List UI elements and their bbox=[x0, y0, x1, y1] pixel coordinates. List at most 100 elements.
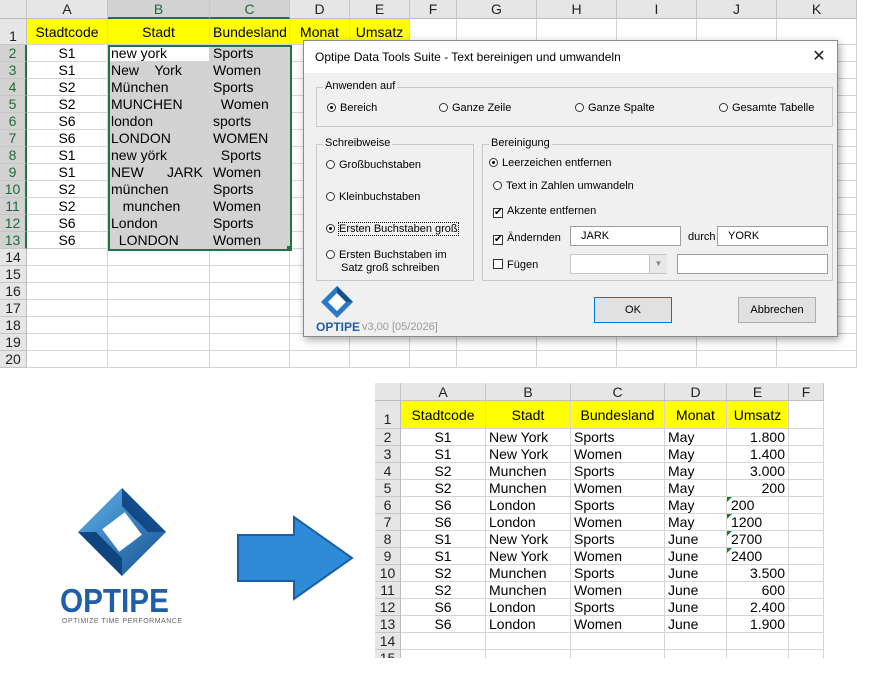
row-header[interactable]: 2 bbox=[375, 429, 401, 446]
column-header[interactable]: D bbox=[665, 383, 727, 401]
column-header[interactable]: K bbox=[777, 0, 857, 19]
data-cell[interactable]: S6 bbox=[401, 599, 486, 616]
row-header[interactable]: 13 bbox=[375, 616, 401, 633]
data-cell[interactable]: Women bbox=[210, 62, 290, 79]
data-cell[interactable]: Sports bbox=[210, 181, 290, 198]
data-cell[interactable]: London bbox=[486, 497, 571, 514]
data-cell[interactable]: Women bbox=[210, 198, 290, 215]
cell[interactable] bbox=[789, 446, 824, 463]
row-header[interactable]: 19 bbox=[0, 334, 27, 351]
data-cell[interactable]: Sports bbox=[210, 215, 290, 232]
row-header[interactable]: 11 bbox=[375, 582, 401, 599]
column-header[interactable]: E bbox=[727, 383, 789, 401]
data-cell[interactable]: LONDON bbox=[108, 130, 210, 147]
cell[interactable] bbox=[789, 463, 824, 480]
cell[interactable] bbox=[789, 650, 824, 658]
cell[interactable] bbox=[571, 650, 665, 658]
row-header[interactable]: 14 bbox=[375, 633, 401, 650]
data-cell[interactable]: June bbox=[665, 531, 727, 548]
row-header[interactable]: 20 bbox=[0, 351, 27, 368]
cell[interactable] bbox=[777, 351, 857, 368]
cell[interactable] bbox=[617, 351, 697, 368]
data-cell[interactable]: June bbox=[665, 548, 727, 565]
data-cell[interactable]: May bbox=[665, 514, 727, 531]
cell[interactable] bbox=[210, 317, 290, 334]
data-cell[interactable]: S1 bbox=[401, 548, 486, 565]
data-cell[interactable]: S6 bbox=[401, 616, 486, 633]
radio-uppercase[interactable]: Großbuchstaben bbox=[326, 159, 421, 171]
data-cell[interactable]: May bbox=[665, 497, 727, 514]
data-cell[interactable]: Women bbox=[571, 616, 665, 633]
row-header[interactable]: 7 bbox=[0, 130, 27, 147]
cell[interactable] bbox=[789, 401, 824, 429]
cell[interactable] bbox=[789, 497, 824, 514]
cell[interactable] bbox=[789, 582, 824, 599]
cell[interactable] bbox=[210, 300, 290, 317]
data-cell[interactable]: Sports bbox=[210, 79, 290, 96]
row-header[interactable]: 5 bbox=[0, 96, 27, 113]
row-header[interactable]: 8 bbox=[375, 531, 401, 548]
data-cell[interactable]: June bbox=[665, 599, 727, 616]
header-cell[interactable]: Stadt bbox=[108, 19, 210, 45]
data-cell[interactable]: Sports bbox=[210, 45, 290, 62]
radio-whole-column[interactable]: Ganze Spalte bbox=[575, 102, 655, 114]
checkbox-add[interactable]: Fügen bbox=[493, 259, 538, 271]
column-header[interactable]: A bbox=[27, 0, 108, 19]
data-cell[interactable]: 1.900 bbox=[727, 616, 789, 633]
cell[interactable] bbox=[27, 249, 108, 266]
data-cell[interactable]: S2 bbox=[401, 480, 486, 497]
data-cell[interactable]: New York bbox=[486, 531, 571, 548]
column-header[interactable]: I bbox=[617, 0, 697, 19]
row-header[interactable]: 12 bbox=[375, 599, 401, 616]
cell[interactable] bbox=[210, 266, 290, 283]
cell[interactable] bbox=[789, 531, 824, 548]
column-header[interactable]: H bbox=[537, 0, 617, 19]
close-icon[interactable]: ✕ bbox=[809, 47, 829, 67]
cell[interactable] bbox=[486, 650, 571, 658]
data-cell[interactable]: S2 bbox=[27, 96, 108, 113]
row-header[interactable]: 6 bbox=[375, 497, 401, 514]
cancel-button[interactable]: Abbrechen bbox=[738, 297, 816, 323]
row-header[interactable]: 6 bbox=[0, 113, 27, 130]
data-cell[interactable]: S1 bbox=[27, 45, 108, 62]
data-cell[interactable]: June bbox=[665, 616, 727, 633]
data-cell[interactable]: 600 bbox=[727, 582, 789, 599]
data-cell[interactable]: 1200 bbox=[727, 514, 789, 531]
column-header[interactable]: F bbox=[789, 383, 824, 401]
radio-sentence-case[interactable]: Ersten Buchstaben im Satz groß schreiben bbox=[326, 249, 447, 275]
data-cell[interactable]: münchen bbox=[108, 181, 210, 198]
row-header[interactable]: 11 bbox=[0, 198, 27, 215]
data-cell[interactable]: London bbox=[108, 215, 210, 232]
cell[interactable] bbox=[401, 633, 486, 650]
cell[interactable] bbox=[290, 351, 350, 368]
data-cell[interactable]: S6 bbox=[27, 130, 108, 147]
data-cell[interactable]: London bbox=[486, 616, 571, 633]
cell[interactable] bbox=[108, 266, 210, 283]
header-cell[interactable]: Bundesland bbox=[210, 19, 290, 45]
data-cell[interactable]: sports bbox=[210, 113, 290, 130]
checkbox-remove-accents[interactable]: ✔ Akzente entfernen bbox=[493, 205, 596, 218]
data-cell[interactable]: 3.000 bbox=[727, 463, 789, 480]
row-header[interactable]: 14 bbox=[0, 249, 27, 266]
data-cell[interactable]: Sports bbox=[571, 497, 665, 514]
header-cell[interactable]: Monat bbox=[665, 401, 727, 429]
data-cell[interactable]: Women bbox=[571, 548, 665, 565]
cell[interactable] bbox=[789, 616, 824, 633]
data-cell[interactable]: Women bbox=[571, 514, 665, 531]
row-header[interactable]: 5 bbox=[375, 480, 401, 497]
data-cell[interactable]: New York bbox=[486, 446, 571, 463]
data-cell[interactable]: S6 bbox=[27, 215, 108, 232]
cell[interactable] bbox=[665, 633, 727, 650]
cell[interactable] bbox=[789, 480, 824, 497]
row-header[interactable]: 7 bbox=[375, 514, 401, 531]
cell[interactable] bbox=[789, 514, 824, 531]
data-cell[interactable]: new yörk bbox=[108, 147, 210, 164]
row-header[interactable]: 9 bbox=[0, 164, 27, 181]
data-cell[interactable]: S6 bbox=[401, 514, 486, 531]
cell[interactable] bbox=[27, 266, 108, 283]
data-cell[interactable]: WOMEN bbox=[210, 130, 290, 147]
cell[interactable] bbox=[27, 317, 108, 334]
row-header[interactable]: 13 bbox=[0, 232, 27, 249]
data-cell[interactable]: Sports bbox=[571, 463, 665, 480]
data-cell[interactable]: 2700 bbox=[727, 531, 789, 548]
